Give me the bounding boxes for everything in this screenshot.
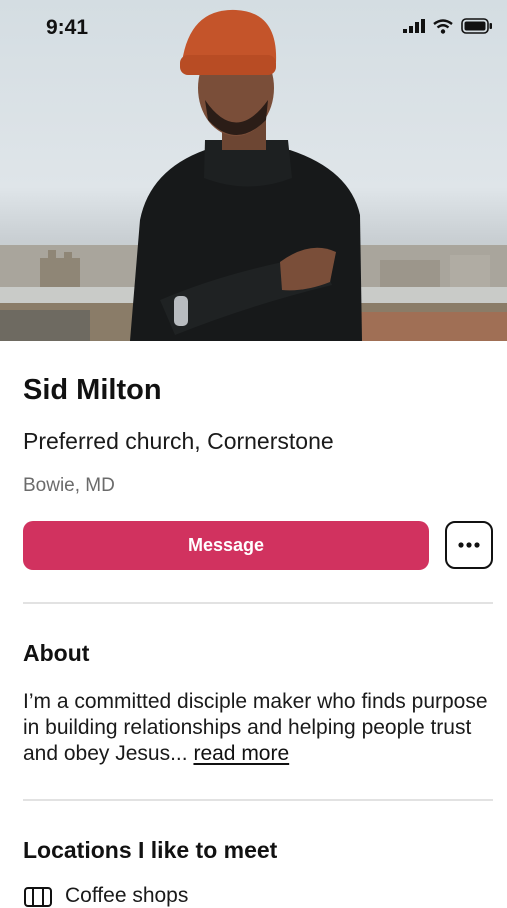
message-button[interactable]: Message [23, 521, 429, 570]
location-label: Coffee shops [65, 884, 189, 907]
about-heading: About [23, 640, 90, 666]
profile-name: Sid Milton [23, 374, 162, 406]
preferred-church: Preferred church, Cornerstone [23, 428, 334, 454]
about-text: I’m a committed disciple maker who finds… [23, 689, 493, 767]
status-bar: 9:41 [0, 0, 507, 56]
divider [23, 799, 493, 801]
battery-icon [461, 18, 492, 34]
ellipsis-icon [458, 542, 480, 548]
read-more-link[interactable]: read more [193, 742, 289, 765]
status-time: 9:41 [46, 16, 89, 39]
location-item: Coffee shops [23, 884, 188, 908]
cellular-signal-icon [403, 19, 425, 33]
profile-location: Bowie, MD [23, 475, 115, 496]
locations-heading: Locations I like to meet [23, 837, 278, 863]
status-icons [403, 18, 493, 34]
coffee-shop-icon [24, 887, 52, 907]
wifi-icon [433, 18, 453, 34]
divider [23, 602, 493, 604]
more-options-button[interactable] [445, 521, 493, 569]
